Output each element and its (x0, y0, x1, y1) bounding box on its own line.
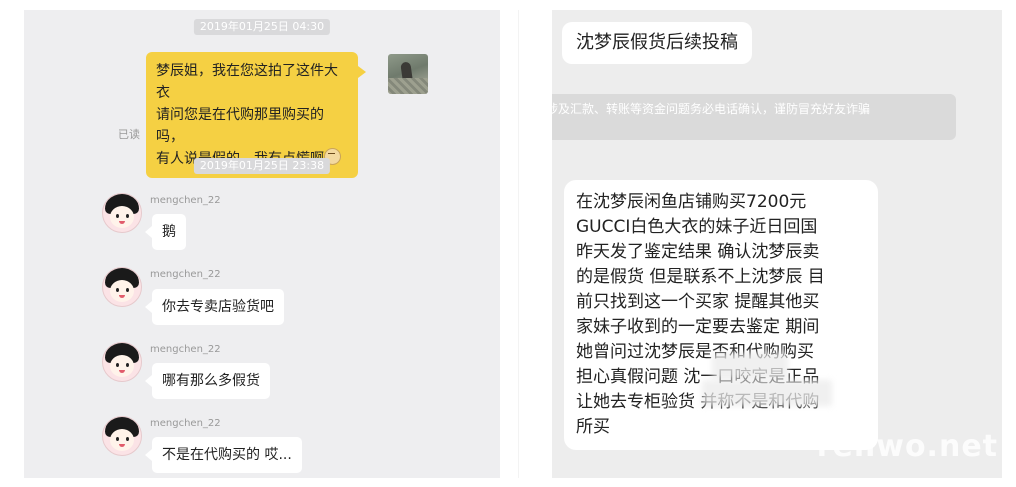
cartoon-girl-avatar-icon[interactable] (102, 267, 142, 307)
divider (518, 10, 519, 478)
reply-bubble[interactable]: 鹅 (145, 214, 186, 250)
sender-name: mengchen_22 (150, 269, 221, 280)
cartoon-girl-avatar-icon[interactable] (102, 193, 142, 233)
story-line: 在沈梦辰闲鱼店铺购买7200元 (576, 192, 807, 212)
title-bubble[interactable]: 沈梦辰假货后续投稿 (562, 22, 752, 64)
sender-name: mengchen_22 (150, 195, 221, 206)
sender-name: mengchen_22 (150, 418, 221, 429)
story-line: 家妹子收到的一定要去鉴定 期间 (576, 317, 820, 337)
watermark: renwo.net (816, 429, 998, 464)
left-chat-panel: 2019年01月25日 04:30 梦辰姐，我在您这拍了这件大衣 请问您是在代购… (24, 10, 500, 478)
timestamp: 2019年01月25日 23:38 (193, 158, 331, 174)
my-message-line: 请问您是在代购那里购买的吗， (156, 107, 324, 145)
reply-bubble[interactable]: 你去专卖店验货吧 (145, 289, 284, 325)
read-status: 已读 (118, 128, 140, 141)
story-line: GUCCI白色大衣的妹子近日回国 (576, 217, 818, 237)
safety-notice: 涉及汇款、转账等资金问题务必电话确认，谨防冒充好友诈骗 (552, 94, 956, 140)
blur-mask (702, 380, 832, 406)
story-bubble[interactable]: 在沈梦辰闲鱼店铺购买7200元 GUCCI白色大衣的妹子近日回国 昨天发了鉴定结… (564, 180, 878, 450)
reply-bubble[interactable]: 哪有那么多假货 (145, 363, 270, 399)
story-line: 前只找到这一个买家 提醒其他买 (576, 292, 820, 312)
sender-name: mengchen_22 (150, 344, 221, 355)
reply-bubble[interactable]: 不是在代购买的 哎... (145, 437, 302, 473)
cartoon-girl-avatar-icon[interactable] (102, 342, 142, 382)
cartoon-girl-avatar-icon[interactable] (102, 416, 142, 456)
blur-mask (712, 353, 788, 379)
timestamp: 2019年01月25日 04:30 (193, 19, 331, 35)
right-chat-panel: 沈梦辰假货后续投稿 涉及汇款、转账等资金问题务必电话确认，谨防冒充好友诈骗 在沈… (552, 10, 1002, 478)
story-line: 昨天发了鉴定结果 确认沈梦辰卖 (576, 242, 820, 262)
story-line: 的是假货 但是联系不上沈梦辰 目 (576, 267, 825, 287)
user-photo-avatar[interactable] (388, 54, 428, 94)
my-message-line: 梦辰姐，我在您这拍了这件大衣 (156, 63, 338, 101)
